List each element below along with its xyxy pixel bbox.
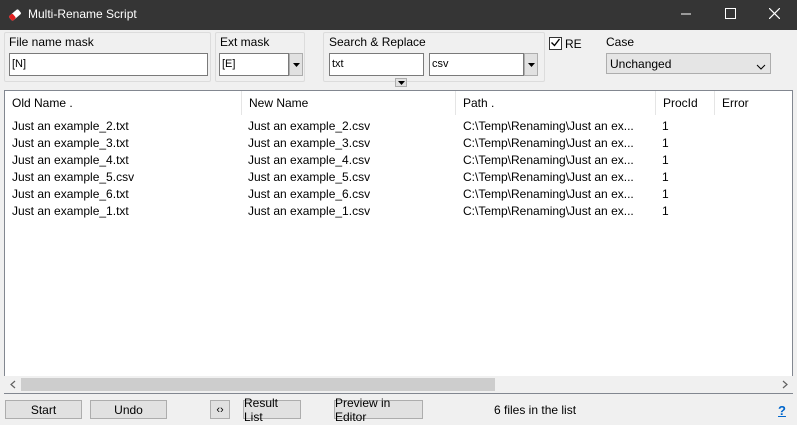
old-name-cell: Just an example_6.txt bbox=[12, 187, 129, 201]
maximize-button[interactable] bbox=[707, 0, 753, 30]
procid-cell: 1 bbox=[662, 153, 669, 167]
column-header-procid[interactable]: ProcId bbox=[656, 91, 715, 115]
new-name-cell: Just an example_1.csv bbox=[248, 204, 371, 218]
undo-button[interactable]: Undo bbox=[90, 400, 167, 419]
chevron-down-icon bbox=[527, 62, 535, 67]
eraser-icon bbox=[7, 7, 23, 23]
search-replace-label: Search & Replace bbox=[329, 35, 426, 49]
re-checkbox[interactable] bbox=[549, 37, 562, 50]
minimize-button[interactable] bbox=[663, 0, 709, 30]
scroll-right-button[interactable] bbox=[776, 376, 793, 393]
case-select[interactable]: Unchanged bbox=[606, 53, 771, 74]
new-name-cell: Just an example_5.csv bbox=[248, 170, 371, 184]
horizontal-scrollbar[interactable] bbox=[4, 376, 793, 393]
result-list-button[interactable]: Result List bbox=[243, 396, 301, 424]
column-header-new-name[interactable]: New Name bbox=[242, 91, 456, 115]
old-name-cell: Just an example_5.csv bbox=[12, 170, 135, 184]
status-text: 6 files in the list bbox=[494, 403, 577, 417]
chevron-right-icon bbox=[782, 378, 788, 392]
window-title: Multi-Rename Script bbox=[28, 7, 137, 21]
ext-mask-dropdown-button[interactable] bbox=[289, 53, 303, 76]
close-icon bbox=[768, 7, 780, 22]
column-header-error[interactable]: Error bbox=[715, 91, 792, 115]
file-name-mask-input[interactable]: [N] bbox=[9, 53, 208, 76]
re-label: RE bbox=[565, 37, 582, 51]
procid-cell: 1 bbox=[662, 136, 669, 150]
maximize-icon bbox=[724, 8, 736, 22]
replace-dropdown-button[interactable] bbox=[524, 53, 538, 76]
preview-in-editor-button[interactable]: Preview in Editor bbox=[334, 396, 423, 424]
new-name-cell: Just an example_2.csv bbox=[248, 119, 371, 133]
column-header-path[interactable]: Path . bbox=[456, 91, 656, 115]
new-name-cell: Just an example_4.csv bbox=[248, 153, 371, 167]
checkmark-icon bbox=[550, 37, 561, 51]
old-name-cell: Just an example_3.txt bbox=[12, 136, 129, 150]
title-bar: Multi-Rename Script bbox=[0, 0, 797, 30]
scroll-left-button[interactable] bbox=[4, 376, 21, 393]
procid-cell: 1 bbox=[662, 187, 669, 201]
chevron-down-icon bbox=[397, 80, 405, 85]
main-panel: File name mask [N] Ext mask [E] Search &… bbox=[0, 30, 797, 425]
chevron-left-icon bbox=[9, 378, 16, 392]
help-link[interactable]: ? bbox=[778, 403, 786, 418]
procid-cell: 1 bbox=[662, 204, 669, 218]
new-name-cell: Just an example_6.csv bbox=[248, 187, 371, 201]
old-name-cell: Just an example_1.txt bbox=[12, 204, 129, 218]
procid-cell: 1 bbox=[662, 119, 669, 133]
path-cell: C:\Temp\Renaming\Just an ex... bbox=[463, 136, 634, 150]
path-cell: C:\Temp\Renaming\Just an ex... bbox=[463, 153, 634, 167]
path-cell: C:\Temp\Renaming\Just an ex... bbox=[463, 170, 634, 184]
start-button[interactable]: Start bbox=[5, 400, 82, 419]
procid-cell: 1 bbox=[662, 170, 669, 184]
old-name-cell: Just an example_2.txt bbox=[12, 119, 129, 133]
close-button[interactable] bbox=[751, 0, 797, 30]
path-cell: C:\Temp\Renaming\Just an ex... bbox=[463, 204, 634, 218]
file-list-grid[interactable]: Old Name . New Name Path . ProcId Error … bbox=[4, 90, 793, 394]
column-header-old-name[interactable]: Old Name . bbox=[5, 91, 242, 115]
reload-button[interactable]: ‹› bbox=[210, 400, 230, 419]
case-label: Case bbox=[606, 35, 635, 49]
minimize-icon bbox=[681, 8, 691, 22]
search-replace-expand-button[interactable] bbox=[395, 78, 407, 87]
file-name-mask-label: File name mask bbox=[9, 35, 94, 49]
new-name-cell: Just an example_3.csv bbox=[248, 136, 371, 150]
search-input[interactable]: txt bbox=[329, 53, 424, 76]
path-cell: C:\Temp\Renaming\Just an ex... bbox=[463, 119, 634, 133]
case-selected-value: Unchanged bbox=[610, 57, 672, 71]
ext-mask-label: Ext mask bbox=[220, 35, 270, 49]
path-cell: C:\Temp\Renaming\Just an ex... bbox=[463, 187, 634, 201]
scrollbar-thumb[interactable] bbox=[21, 378, 495, 391]
ext-mask-input[interactable]: [E] bbox=[219, 53, 289, 76]
old-name-cell: Just an example_4.txt bbox=[12, 153, 129, 167]
chevron-down-icon bbox=[756, 59, 766, 73]
replace-input[interactable]: csv bbox=[429, 53, 524, 76]
chevron-down-icon bbox=[292, 62, 300, 67]
